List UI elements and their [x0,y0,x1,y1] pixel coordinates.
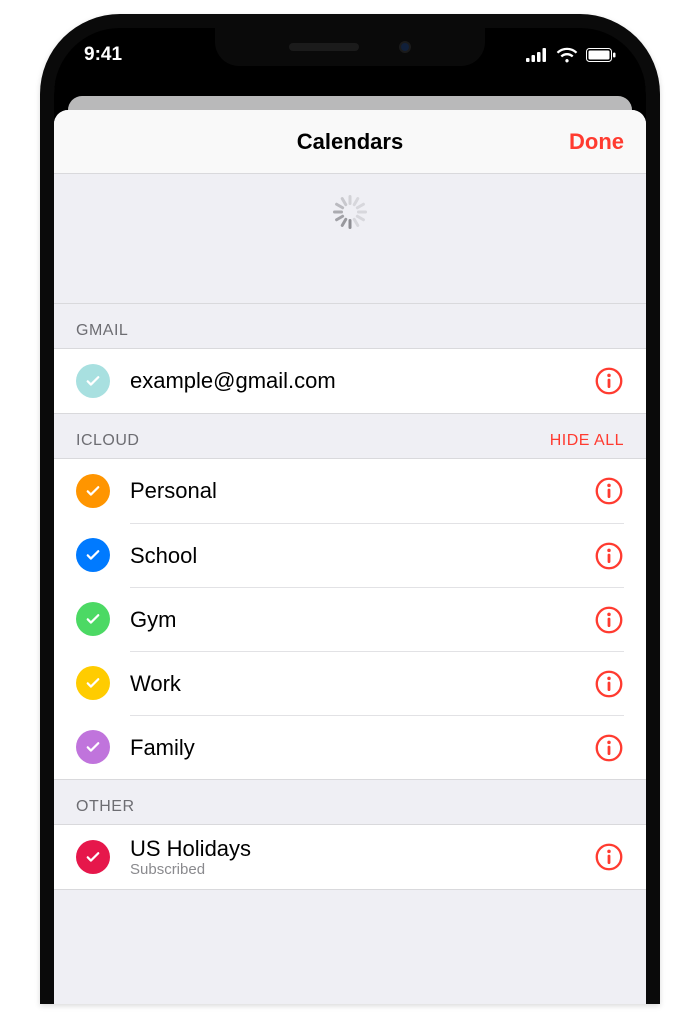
info-button[interactable] [594,842,624,872]
row-inner: Family [130,715,624,779]
row-inner: Personal [130,459,624,523]
spinner-icon [332,194,368,230]
calendar-row[interactable]: example@gmail.com [54,349,646,413]
calendar-row[interactable]: US HolidaysSubscribed [54,825,646,889]
nav-bar: Calendars Done [54,110,646,174]
calendar-label: Family [130,735,594,761]
calendar-label: School [130,543,594,569]
calendars-sheet: Calendars Done GMAIL example@gmail.com ICL… [54,110,646,1004]
calendar-row[interactable]: Work [54,651,646,715]
speaker-grille [289,43,359,51]
calendar-label: Personal [130,478,594,504]
checkmark-icon [76,840,110,874]
section-header-label: ICLOUD [76,432,139,450]
calendar-label: Gym [130,607,594,633]
info-button[interactable] [594,605,624,635]
hide-all-button[interactable]: HIDE ALL [550,432,624,450]
section-header-label: OTHER [76,798,135,816]
checkmark-icon [76,474,110,508]
section-rows-other: US HolidaysSubscribed [54,824,646,890]
section-header-label: GMAIL [76,322,128,340]
calendar-row[interactable]: School [54,523,646,587]
row-inner: US HolidaysSubscribed [130,825,624,889]
screen: 9:41 Calendars Done GMAILexample [54,28,646,1004]
checkmark-icon [76,538,110,572]
checkmark-icon [76,730,110,764]
label-wrap: Work [130,671,594,697]
label-wrap: School [130,543,594,569]
calendar-sublabel: Subscribed [130,861,594,878]
section-header-other: OTHER [54,780,646,824]
calendar-row[interactable]: Personal [54,459,646,523]
label-wrap: example@gmail.com [130,368,594,394]
info-button[interactable] [594,366,624,396]
section-rows-gmail: example@gmail.com [54,348,646,414]
row-inner: School [130,523,624,587]
label-wrap: Family [130,735,594,761]
info-button[interactable] [594,541,624,571]
section-header-gmail: GMAIL [54,304,646,348]
calendar-label: US Holidays [130,836,594,862]
info-button[interactable] [594,669,624,699]
modal-stack: Calendars Done GMAIL example@gmail.com ICL… [54,96,646,1004]
status-time: 9:41 [84,44,122,66]
calendar-row[interactable]: Gym [54,587,646,651]
label-wrap: US HolidaysSubscribed [130,836,594,878]
calendar-row[interactable]: Family [54,715,646,779]
section-header-icloud: ICLOUD HIDE ALL [54,414,646,458]
label-wrap: Personal [130,478,594,504]
info-button[interactable] [594,476,624,506]
cellular-icon [526,48,548,62]
checkmark-icon [76,602,110,636]
section-rows-icloud: Personal School Gym Work Family [54,458,646,780]
row-inner: example@gmail.com [130,349,624,413]
status-indicators [526,47,616,63]
label-wrap: Gym [130,607,594,633]
checkmark-icon [76,364,110,398]
wifi-icon [556,47,578,63]
calendar-label: example@gmail.com [130,368,594,394]
front-camera [399,41,411,53]
row-inner: Work [130,651,624,715]
page-title: Calendars [297,129,403,155]
checkmark-icon [76,666,110,700]
calendar-label: Work [130,671,594,697]
row-inner: Gym [130,587,624,651]
refresh-area [54,174,646,304]
device-frame: 9:41 Calendars Done GMAILexample [40,14,660,1004]
notch [215,28,485,66]
info-button[interactable] [594,733,624,763]
done-button[interactable]: Done [569,129,624,155]
battery-icon [586,48,616,62]
